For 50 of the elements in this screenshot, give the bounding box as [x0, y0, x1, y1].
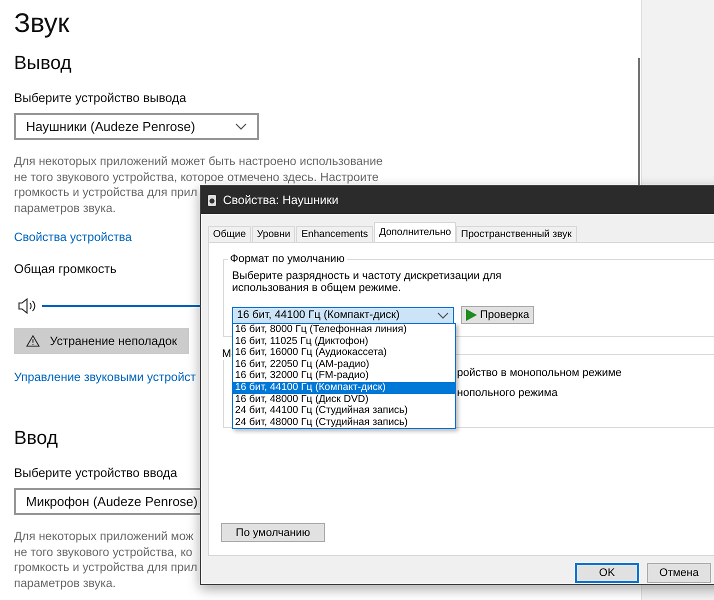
speaker-icon	[18, 298, 36, 314]
chevron-icon	[235, 123, 247, 130]
dialog-button[interactable]: Отмена	[647, 563, 711, 583]
tab[interactable]: Enhancements	[296, 226, 374, 242]
restore-defaults-button[interactable]: По умолчанию	[221, 523, 325, 542]
test-button[interactable]: Проверка	[461, 306, 534, 324]
dropdown-option[interactable]: 16 бит, 8000 Гц (Телефонная линия)	[233, 324, 455, 336]
field-label: Выберите устройство вывода	[14, 91, 186, 105]
dropdown-option[interactable]: 24 бит, 44100 Гц (Студийная запись)	[233, 405, 455, 417]
section-heading: Вывод	[14, 53, 72, 75]
speaker-icon	[207, 194, 217, 206]
group-legend: Формат по умолчанию	[228, 253, 347, 265]
note-text: громкость и устройства для прил	[14, 185, 198, 200]
page-title: Звук	[14, 8, 70, 39]
format-dropdown[interactable]: 16 бит, 44100 Гц (Компакт-диск)	[232, 306, 454, 324]
note-text: не того звукового устройства, которое отмечено здесь. Настроите	[14, 170, 379, 185]
dropdown-option[interactable]: 16 бит, 48000 Гц (Диск DVD)	[233, 394, 455, 406]
group-legend: М	[222, 348, 232, 360]
play-icon	[466, 309, 477, 321]
note-text: параметров звука.	[14, 576, 116, 591]
dropdown-option[interactable]: 16 бит, 44100 Гц (Компакт-диск)	[233, 382, 455, 394]
volume-label: Общая громкость	[14, 262, 116, 276]
dialog-button[interactable]: OK	[575, 563, 639, 583]
section-heading: Ввод	[14, 428, 58, 450]
dropdown-option[interactable]: 16 бит, 32000 Гц (FM-радио)	[233, 370, 455, 382]
scrollbar[interactable]	[638, 58, 640, 185]
dropdown-option[interactable]: 16 бит, 16000 Гц (Аудиокассета)	[233, 347, 455, 359]
option-text: нопольного режима	[457, 387, 558, 399]
device-properties-link[interactable]: Свойства устройства	[14, 230, 132, 244]
note-text: не того звукового устройства, ко	[14, 544, 192, 560]
note-text: громкость и устройства для прил	[14, 560, 198, 576]
tab[interactable]: Общие	[208, 226, 251, 242]
troubleshoot-button[interactable]: Устранение неполадок	[14, 328, 189, 354]
output-device-dropdown[interactable]: Наушники (Audeze Penrose)	[14, 113, 259, 140]
note-text: Для некоторых приложений может быть настроено использование	[14, 154, 383, 170]
tab[interactable]: Дополнительно	[374, 222, 456, 242]
manage-devices-link[interactable]: Управление звуковыми устройст	[14, 370, 196, 384]
warning-icon	[26, 334, 40, 348]
dialog-title: Свойства: Наушники	[223, 193, 338, 207]
chevron-icon	[437, 312, 449, 318]
note-text: параметров звука.	[14, 200, 116, 216]
dropdown-option[interactable]: 16 бит, 22050 Гц (АМ-радио)	[233, 358, 455, 370]
format-description: Выберите разрядность и частоту дискретизации для использования в общем режиме.	[232, 270, 503, 294]
tab[interactable]: Уровни	[252, 226, 296, 242]
field-label: Выберите устройство ввода	[14, 466, 178, 480]
tab[interactable]: Пространственный звук	[456, 226, 577, 242]
dropdown-option[interactable]: 24 бит, 48000 Гц (Студийная запись)	[233, 416, 455, 428]
dropdown-option[interactable]: 16 бит, 11025 Гц (Диктофон)	[233, 336, 455, 348]
option-text: ройство в монопольном режиме	[457, 367, 622, 379]
note-text: Для некоторых приложений мож	[14, 529, 194, 544]
